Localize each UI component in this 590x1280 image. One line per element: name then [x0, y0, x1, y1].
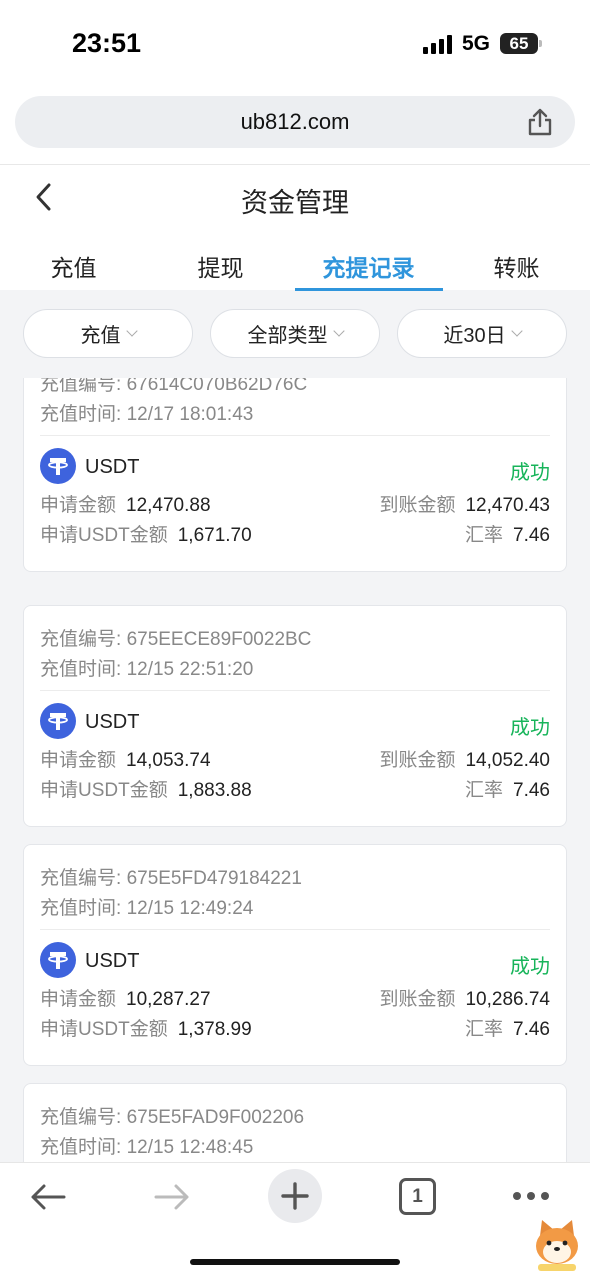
- filter-range-dropdown[interactable]: 近30日: [397, 309, 567, 358]
- record-card[interactable]: 充值编号: 675EECE89F0022BC 充值时间: 12/15 22:51…: [23, 605, 567, 827]
- battery-icon: 65: [500, 33, 538, 54]
- tab-bar: 充值 提现 充提记录 转账: [0, 235, 590, 291]
- apply-amount: 申请金额 12,470.88: [40, 495, 211, 516]
- record-card[interactable]: 充值编号: 675E5FD479184221 充值时间: 12/15 12:49…: [23, 844, 567, 1066]
- order-time: 充值时间: 12/17 18:01:43: [40, 404, 254, 425]
- order-number: 充值编号: 675E5FAD9F002206: [40, 1107, 305, 1128]
- browser-address-area: ub812.com: [0, 88, 590, 164]
- order-time: 充值时间: 12/15 12:48:45: [40, 1137, 254, 1158]
- order-number: 充值编号: 675E5FD479184221: [40, 868, 302, 889]
- records-list[interactable]: 充值编号: 67614C070B62D76C 充值时间: 12/17 18:01…: [0, 378, 590, 1162]
- filter-category-dropdown[interactable]: 全部类型: [210, 309, 380, 358]
- coin-name: USDT: [85, 711, 140, 733]
- apply-amount: 申请金额 10,287.27: [40, 989, 211, 1010]
- status-badge: 成功: [510, 462, 550, 484]
- network-type: 5G: [462, 32, 491, 55]
- divider: [40, 435, 550, 436]
- order-number: 充值编号: 67614C070B62D76C: [40, 378, 308, 395]
- back-arrow-icon[interactable]: [28, 1181, 68, 1213]
- usdt-amount: 申请USDT金额 1,883.88: [40, 780, 252, 801]
- order-time: 充值时间: 12/15 22:51:20: [40, 659, 254, 680]
- home-indicator: [190, 1259, 400, 1265]
- exchange-rate: 汇率 7.46: [465, 780, 550, 801]
- filter-range-label: 近30日: [443, 325, 506, 347]
- new-tab-icon[interactable]: [268, 1169, 322, 1223]
- battery-tip: [539, 40, 542, 47]
- usdt-amount: 申请USDT金额 1,378.99: [40, 1019, 252, 1040]
- coin-name: USDT: [85, 456, 140, 478]
- status-badge: 成功: [510, 717, 550, 739]
- order-number: 充值编号: 675EECE89F0022BC: [40, 629, 312, 650]
- record-card[interactable]: 充值编号: 675E5FAD9F002206 充值时间: 12/15 12:48…: [23, 1083, 567, 1162]
- divider: [40, 929, 550, 930]
- address-bar[interactable]: ub812.com: [15, 96, 575, 148]
- tab-records[interactable]: 充提记录: [295, 249, 442, 283]
- dog-mascot-icon: [536, 1220, 578, 1271]
- tab-withdraw[interactable]: 提现: [147, 249, 294, 283]
- chevron-down-icon: [125, 325, 138, 337]
- chevron-down-icon: [332, 325, 345, 337]
- filter-type-dropdown[interactable]: 充值: [23, 309, 193, 358]
- tab-transfer[interactable]: 转账: [443, 249, 590, 283]
- share-icon[interactable]: [525, 107, 555, 137]
- forward-arrow-icon[interactable]: [152, 1181, 192, 1213]
- app-header: 资金管理 充值 提现 充提记录 转账: [0, 164, 590, 291]
- active-tab-indicator: [295, 288, 443, 291]
- divider: [40, 690, 550, 691]
- exchange-rate: 汇率 7.46: [465, 1019, 550, 1040]
- tab-count-button[interactable]: 1: [399, 1178, 436, 1215]
- page-title: 资金管理: [241, 188, 349, 218]
- chevron-down-icon: [510, 325, 523, 337]
- cellular-signal-icon: [423, 34, 453, 54]
- filter-category-label: 全部类型: [247, 325, 328, 347]
- coin-name: USDT: [85, 950, 140, 972]
- usdt-icon: [40, 448, 76, 484]
- more-icon[interactable]: [512, 1191, 550, 1201]
- apply-amount: 申请金额 14,053.74: [40, 750, 211, 771]
- received-amount: 到账金额 10,286.74: [379, 989, 550, 1010]
- record-card[interactable]: 充值编号: 67614C070B62D76C 充值时间: 12/17 18:01…: [23, 378, 567, 572]
- filter-type-label: 充值: [80, 325, 121, 347]
- received-amount: 到账金额 12,470.43: [379, 495, 550, 516]
- tab-deposit[interactable]: 充值: [0, 249, 147, 283]
- received-amount: 到账金额 14,052.40: [379, 750, 550, 771]
- usdt-amount: 申请USDT金额 1,671.70: [40, 525, 252, 546]
- exchange-rate: 汇率 7.46: [465, 525, 550, 546]
- status-time: 23:51: [72, 28, 142, 58]
- usdt-icon: [40, 703, 76, 739]
- order-time: 充值时间: 12/15 12:49:24: [40, 898, 254, 919]
- status-badge: 成功: [510, 956, 550, 978]
- url-text[interactable]: ub812.com: [15, 109, 575, 135]
- status-bar: 23:51 5G 65: [0, 0, 590, 88]
- usdt-icon: [40, 942, 76, 978]
